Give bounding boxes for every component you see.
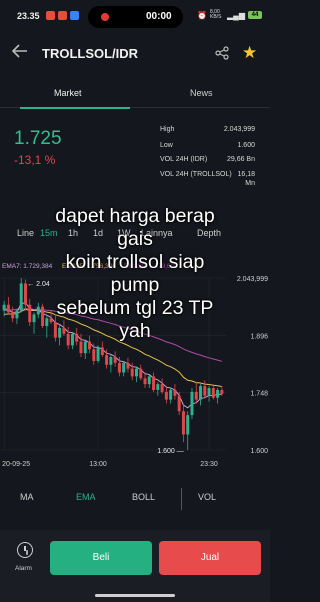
candle-body	[126, 362, 130, 369]
candle-body	[83, 341, 87, 354]
candle-body	[194, 391, 198, 400]
indicator-divider	[181, 488, 182, 510]
battery-icon: 44	[248, 11, 262, 19]
candle-body	[177, 395, 181, 412]
alarm-status-icon: ⏰	[197, 10, 208, 20]
candle-body	[139, 368, 143, 379]
vol-coin-label: VOL 24H (TROLLSOL)	[160, 171, 232, 178]
caption-line: yah	[119, 320, 151, 342]
active-tab-indicator	[20, 107, 130, 109]
candle-body	[164, 391, 168, 400]
low-annotation: 1.600 —	[157, 448, 183, 455]
network-speed: 8,00 KB/S	[210, 9, 222, 20]
candle-body	[92, 349, 96, 361]
favorite-star-icon[interactable]: ★	[242, 43, 257, 63]
candle-body	[199, 386, 203, 400]
x-tick-label: 20-09-25	[2, 461, 30, 468]
price-change: -13,1 %	[14, 153, 56, 167]
high-value: 2.043,999	[223, 126, 255, 133]
vol-idr-label: VOL 24H (IDR)	[160, 156, 208, 163]
candle-body	[216, 389, 220, 398]
sell-button[interactable]: Jual	[159, 541, 261, 575]
status-indicators: ⏰ 8,00 KB/S ▂▄▆ 44	[197, 10, 262, 20]
indicator-ma[interactable]: MA	[20, 492, 34, 502]
y-tick-label: 1.600	[250, 448, 268, 455]
candle-body	[134, 368, 138, 377]
candle-body	[105, 355, 109, 365]
recording-time: 00:00	[146, 11, 172, 22]
record-dot-icon	[101, 13, 109, 21]
page-title: TROLLSOL/IDR	[42, 46, 139, 61]
candle-body	[190, 391, 194, 416]
candle-body	[79, 341, 83, 354]
indicator-boll[interactable]: BOLL	[132, 492, 155, 502]
candle-body	[130, 368, 134, 377]
candle-body	[147, 376, 151, 385]
share-icon[interactable]	[215, 46, 229, 63]
status-time: 23.35	[17, 11, 40, 21]
tab-market[interactable]: Market	[54, 88, 82, 98]
indicator-selector: MA EMA BOLL VOL	[0, 488, 270, 510]
candle-body	[96, 347, 100, 361]
candle-body	[143, 378, 147, 385]
candle-body	[122, 362, 126, 373]
alarm-clock-icon[interactable]	[17, 542, 33, 558]
caption-line: koin trollsol siap	[65, 251, 205, 273]
notification-app-icon	[70, 11, 79, 20]
last-price: 1.725	[14, 128, 62, 149]
candle-body	[109, 357, 113, 365]
alarm-label[interactable]: Alarm	[15, 565, 32, 572]
back-arrow-icon[interactable]	[11, 44, 28, 62]
notification-app-icon	[58, 11, 67, 20]
indicator-ema[interactable]: EMA	[76, 492, 96, 502]
candle-body	[181, 411, 185, 435]
candle-body	[117, 362, 121, 373]
candle-body	[113, 357, 117, 363]
buy-button[interactable]: Beli	[50, 541, 152, 575]
candle-body	[220, 389, 224, 394]
app-bar: TROLLSOL/IDR ★	[0, 34, 270, 74]
candle-body	[207, 388, 211, 396]
status-bar: 23.35 00:00 ⏰ 8,00 KB/S ▂▄▆ 44	[0, 0, 270, 34]
vol-coin-value: 16,18	[237, 171, 255, 178]
candle-body	[156, 384, 160, 390]
low-value: 1.600	[237, 142, 255, 149]
candle-body	[203, 386, 207, 396]
x-tick-label: 13:00	[89, 461, 107, 468]
candle-body	[100, 347, 104, 356]
high-label: High	[160, 126, 175, 133]
caption-line: sebelum tgl 23 TP	[56, 297, 214, 319]
candle-body	[186, 415, 190, 435]
notification-app-icon	[46, 11, 55, 20]
vol-idr-value: 29,66 Bn	[226, 156, 255, 163]
tab-news[interactable]: News	[190, 88, 213, 98]
tab-bar: Market News	[0, 80, 270, 108]
candle-body	[160, 384, 164, 392]
caption-line: dapet harga berap	[55, 205, 215, 227]
indicator-vol[interactable]: VOL	[198, 492, 216, 502]
candle-body	[169, 389, 173, 400]
candle-body	[211, 388, 215, 398]
home-indicator	[95, 594, 175, 597]
caption-overlay: dapet harga berap gais koin trollsol sia…	[0, 205, 270, 343]
candle-body	[173, 389, 177, 396]
x-tick-label: 23:30	[200, 461, 218, 468]
caption-line: gais	[117, 228, 153, 250]
trade-bar: Alarm Beli Jual	[0, 530, 270, 602]
y-tick-label: 1.748	[250, 391, 268, 398]
signal-icon: ▂▄▆	[227, 10, 245, 20]
low-label: Low	[160, 142, 173, 149]
caption-line: pump	[110, 274, 160, 296]
candle-body	[152, 376, 156, 390]
vol-coin-unit: Mn	[245, 180, 255, 187]
